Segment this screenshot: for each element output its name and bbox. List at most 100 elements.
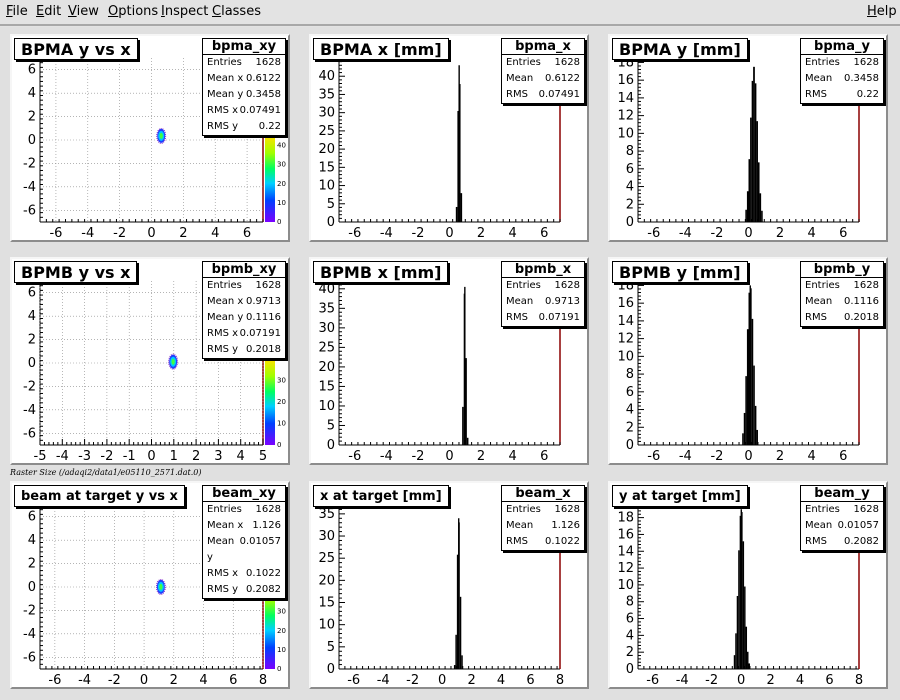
stats-box[interactable]: bpmb_xy Entries 1628 Mean x 0.9713 Mean y 0.11…: [202, 261, 286, 359]
pad-title: BPMB y vs x: [14, 261, 138, 283]
x-tick-label: 4: [509, 226, 517, 240]
histogram-bars: [455, 65, 463, 222]
stats-hist-name: beam_y: [801, 486, 883, 502]
stats-box[interactable]: beam_x Entries 1628 Mean 1.126 RMS 0.1022: [501, 485, 585, 551]
menu-help[interactable]: Help: [867, 4, 897, 19]
stats-value: 0.22: [856, 89, 879, 100]
stats-box[interactable]: bpma_y Entries 1628 Mean 0.3458 RMS 0.22: [800, 38, 884, 104]
stats-key: RMS: [805, 89, 827, 100]
histogram-bar: [466, 437, 469, 445]
stats-value: 0.2082: [246, 584, 281, 595]
stats-value: 0.1116: [844, 296, 879, 307]
y-tick-label: 2: [626, 197, 634, 212]
stats-row: RMS 0.1022: [502, 534, 584, 550]
stats-value: 1.126: [551, 520, 580, 531]
stats-key: Entries: [805, 504, 840, 515]
stats-row: Mean y 0.01057: [203, 534, 285, 566]
z-tick-label: 20: [277, 398, 286, 406]
stats-key: Entries: [506, 504, 541, 515]
pad-beam_y[interactable]: -6 -4 -2 0 2 4 6 8 0 2 4 6 8 10 12 14 16 18 y at target [m…: [608, 481, 888, 689]
y-tick-label: 35: [318, 87, 335, 102]
data-point-blob: [155, 578, 166, 595]
histogram-bar: [748, 663, 750, 669]
histogram-bar: [460, 193, 463, 222]
x-tick-label: -4: [380, 226, 393, 240]
pad-bpma_xy[interactable]: -6 -4 -2 0 2 4 6 -6 -4 -2 0 2 4 6 0 10 20 30 40 BPMA y vs x…: [10, 34, 290, 242]
y-tick-label: 8: [626, 144, 634, 159]
root-canvas[interactable]: -6 -4 -2 0 2 4 6 -6 -4 -2 0 2 4 6 0 10 20 30 40 BPMA y vs x…: [0, 27, 900, 700]
stats-row: Entries 1628: [502, 278, 584, 294]
menu-edit[interactable]: Edit: [36, 4, 61, 19]
menu-inspect[interactable]: Inspect: [161, 4, 208, 19]
x-tick-label: 0: [147, 226, 155, 240]
stats-value: 0.6122: [246, 73, 281, 84]
stats-row: Mean 0.1116: [801, 294, 883, 310]
stats-box[interactable]: bpmb_x Entries 1628 Mean 0.9713 RMS 0.07191: [501, 261, 585, 327]
y-tick-label: 16: [617, 527, 634, 542]
x-tick-label: -6: [48, 673, 61, 687]
x-tick-label: 0: [445, 449, 453, 463]
y-tick-label: 20: [318, 142, 335, 157]
x-tick-label: 6: [825, 673, 833, 687]
x-tick-label: -6: [49, 226, 62, 240]
x-tick-label: -6: [347, 673, 360, 687]
histogram-bar: [757, 162, 760, 222]
menu-classes[interactable]: Classes: [212, 4, 261, 19]
pad-bpmb_xy[interactable]: -5 -4 -3 -2 -1 0 1 2 3 4 5 -6 -4 -2 0 2 4 6 0 10 20 30 BPMB y …: [10, 257, 290, 465]
pad-bpmb_y[interactable]: -6 -4 -2 0 2 4 6 0 2 4 6 8 10 12 14 16 18 BPMB y [mm] bpmb…: [608, 257, 888, 465]
histogram-bar: [745, 209, 747, 222]
stats-box[interactable]: beam_xy Entries 1628 Mean x 1.126 Mean y 0.010…: [202, 485, 286, 599]
x-tick-label: -2: [710, 449, 723, 463]
x-tick-label: -5: [34, 449, 47, 463]
y-tick-label: 6: [28, 286, 36, 301]
histogram-bar: [751, 318, 754, 445]
y-tick-label: 2: [28, 333, 36, 348]
z-tick-label: 20: [277, 180, 286, 188]
x-tick-label: 0: [147, 449, 155, 463]
stats-row: RMS y 0.2082: [203, 582, 285, 598]
x-tick-label: -2: [113, 226, 126, 240]
pad-bpma_x[interactable]: -6 -4 -2 0 2 4 6 0 5 10 15 20 25 30 35 40 BPMA x [mm] bpm…: [309, 34, 589, 242]
y-tick-label: 2: [28, 110, 36, 125]
y-tick-label: -4: [23, 403, 36, 418]
stats-value: 0.01057: [239, 536, 281, 547]
y-tick-label: 40: [318, 282, 335, 297]
menu-file[interactable]: File: [6, 4, 28, 19]
stats-key: Mean y: [207, 312, 244, 323]
y-tick-label: 12: [617, 332, 634, 347]
x-tick-label: 6: [526, 673, 534, 687]
x-tick-label: -1: [123, 449, 136, 463]
y-tick-label: 14: [617, 544, 634, 559]
stats-box[interactable]: beam_y Entries 1628 Mean 0.01057 RMS 0.2082: [800, 485, 884, 551]
stats-box[interactable]: bpma_x Entries 1628 Mean 0.6122 RMS 0.07491: [501, 38, 585, 104]
stats-box[interactable]: bpmb_y Entries 1628 Mean 0.1116 RMS 0.2018: [800, 261, 884, 327]
menu-view[interactable]: View: [68, 4, 99, 19]
x-tick-label: 2: [477, 226, 485, 240]
pad-bpmb_x[interactable]: -6 -4 -2 0 2 4 6 0 5 10 15 20 25 30 35 40 BPMB x [mm] bpm…: [309, 257, 589, 465]
y-tick-label: 10: [617, 126, 634, 141]
x-tick-label: -2: [710, 226, 723, 240]
stats-value: 0.07491: [239, 105, 281, 116]
x-tick-label: -2: [705, 673, 718, 687]
x-tick-label: -6: [647, 226, 660, 240]
x-tick-label: 4: [796, 673, 804, 687]
z-tick-label: 30: [277, 608, 286, 616]
x-tick-label: 0: [445, 226, 453, 240]
raster-size-note: Raster Size (/adaqi2/data1/e05110_2571.d…: [10, 468, 202, 477]
stats-box[interactable]: bpma_xy Entries 1628 Mean x 0.6122 Mean y 0.34…: [202, 38, 286, 136]
histogram-bars: [453, 518, 463, 669]
x-tick-label: 0: [744, 449, 752, 463]
pad-title: x at target [mm]: [313, 485, 449, 507]
stats-row: Mean 0.01057: [801, 518, 883, 534]
stats-key: Entries: [805, 280, 840, 291]
pad-bpma_y[interactable]: -6 -4 -2 0 2 4 6 0 2 4 6 8 10 12 14 16 18 BPMA y [mm] bpma…: [608, 34, 888, 242]
pad-beam_xy[interactable]: -6-4-202468-6-4-20246010203040beam at ta…: [10, 481, 290, 689]
y-tick-label: 4: [626, 403, 634, 418]
stats-row: RMS 0.07491: [502, 87, 584, 103]
menu-options[interactable]: Options: [108, 4, 158, 19]
histogram-bars: [742, 285, 758, 445]
histogram-bar: [756, 429, 758, 445]
x-tick-label: 3: [214, 449, 222, 463]
pad-title: y at target [mm]: [612, 485, 748, 507]
pad-beam_x[interactable]: -6 -4 -2 0 2 4 6 8 0 5 10 15 20 25 30 35 x at target [mm…: [309, 481, 589, 689]
